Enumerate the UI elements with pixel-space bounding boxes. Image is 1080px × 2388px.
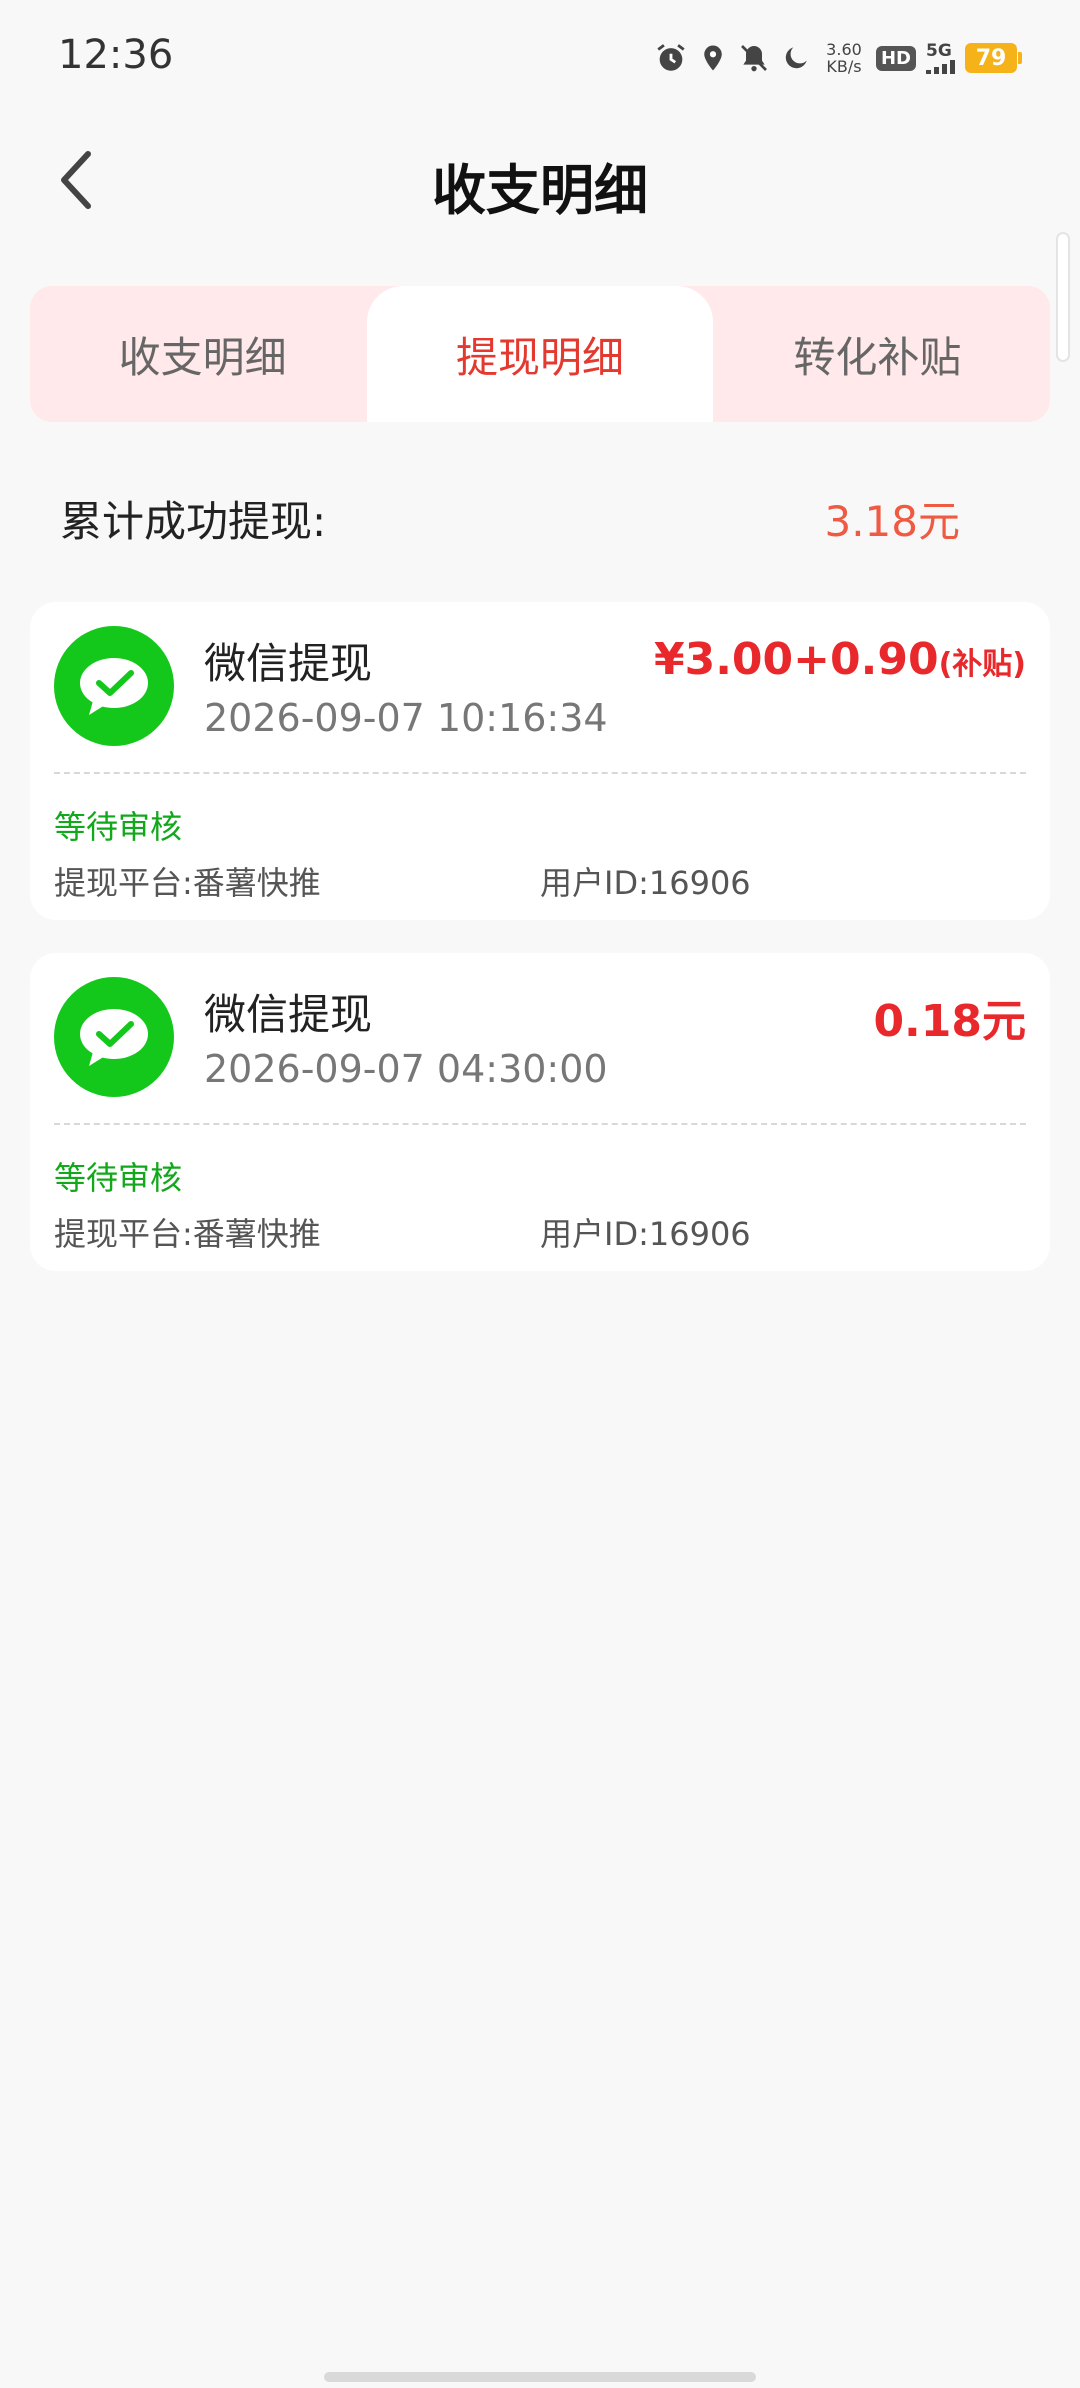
record-amount: 0.18元: [873, 985, 1026, 1049]
withdrawal-details-page: 12:36 3.60 KB/s HD 5G 79 收支明细 收支明细 提现明细 …: [0, 0, 1080, 2388]
wechat-icon: [54, 626, 174, 746]
battery-icon: 79: [965, 43, 1022, 73]
record-time: 2026-09-07 10:16:34: [204, 696, 608, 740]
network-speed: 3.60 KB/s: [822, 41, 866, 75]
record-title: 微信提现: [204, 990, 373, 1039]
hd-badge: HD: [875, 45, 916, 71]
battery-level: 79: [965, 43, 1017, 73]
status-bar: 12:36 3.60 KB/s HD 5G 79: [0, 0, 1080, 120]
network-speed-value: 3.60: [826, 40, 862, 59]
record-divider: [54, 1123, 1026, 1125]
record-title: 微信提现: [204, 639, 373, 688]
summary-value: 3.18元: [824, 497, 960, 546]
record-time: 2026-09-07 04:30:00: [204, 1047, 608, 1091]
scroll-indicator[interactable]: [1056, 232, 1070, 362]
withdrawal-record[interactable]: 微信提现 2026-09-07 04:30:00 0.18元 等待审核 提现平台…: [30, 953, 1050, 1271]
tab-withdrawal-details[interactable]: 提现明细: [367, 286, 713, 422]
status-time: 12:36: [58, 32, 174, 78]
tab-income-expense[interactable]: 收支明细: [30, 286, 375, 422]
moon-icon: [780, 41, 812, 75]
signal-label: 5G: [926, 41, 952, 61]
mute-bell-icon: [738, 41, 770, 75]
record-platform: 提现平台:番薯快推: [54, 1215, 321, 1253]
summary-label: 累计成功提现:: [60, 497, 327, 546]
home-indicator[interactable]: [324, 2372, 756, 2382]
withdrawal-record[interactable]: 微信提现 2026-09-07 10:16:34 ¥3.00+0.90(补贴) …: [30, 602, 1050, 920]
tab-bar: 收支明细 提现明细 转化补贴: [30, 286, 1050, 422]
record-user-id: 用户ID:16906: [540, 1215, 751, 1253]
record-platform: 提现平台:番薯快推: [54, 864, 321, 902]
header: 收支明细: [0, 120, 1080, 240]
signal-bars-icon: [926, 60, 955, 74]
record-amount-suffix: (补贴): [938, 647, 1026, 682]
record-status: 等待审核: [54, 1159, 183, 1197]
withdrawal-summary: 累计成功提现: 3.18元: [60, 480, 960, 550]
record-user-id: 用户ID:16906: [540, 864, 751, 902]
record-divider: [54, 772, 1026, 774]
alarm-icon: [654, 41, 688, 75]
status-icons: 3.60 KB/s HD 5G 79: [654, 36, 1022, 80]
tab-conversion-subsidy[interactable]: 转化补贴: [705, 286, 1050, 422]
wechat-icon: [54, 977, 174, 1097]
page-title: 收支明细: [432, 159, 648, 222]
network-speed-unit: KB/s: [826, 57, 862, 76]
record-amount: ¥3.00+0.90(补贴): [654, 634, 1026, 685]
record-status: 等待审核: [54, 808, 183, 846]
record-amount-value: 0.18元: [873, 996, 1026, 1047]
record-amount-value: ¥3.00+0.90: [653, 634, 939, 685]
signal-indicator: 5G: [926, 42, 955, 74]
location-icon: [698, 41, 728, 75]
